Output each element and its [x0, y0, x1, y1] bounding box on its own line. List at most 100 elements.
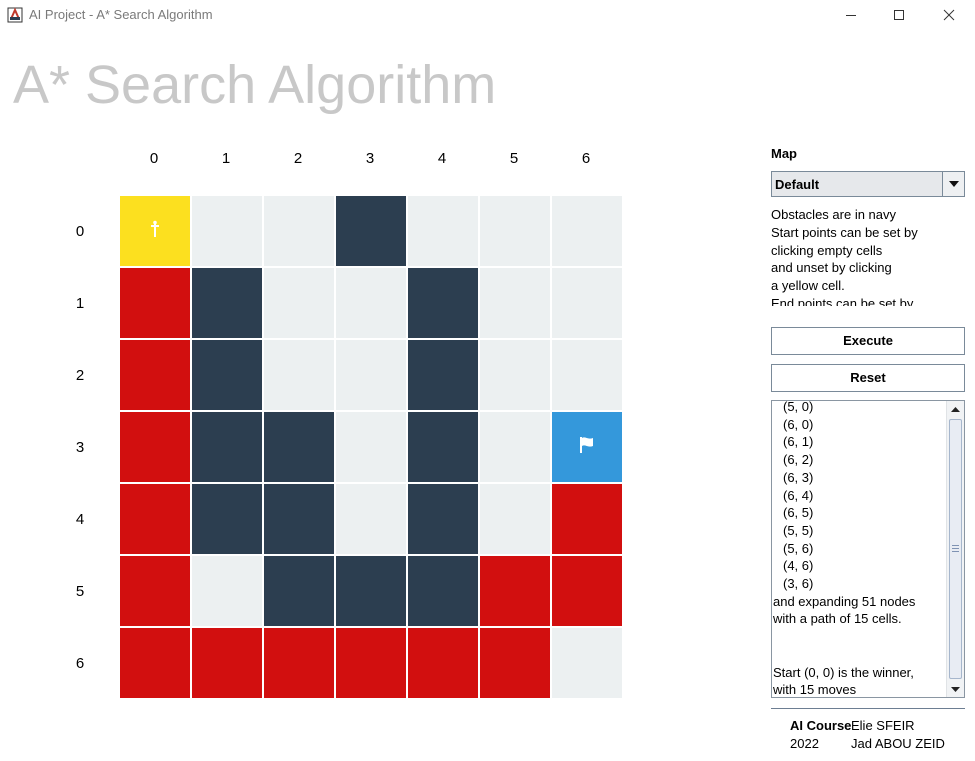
col-label: 3	[365, 150, 375, 167]
title-bar: AI Project - A* Search Algorithm	[0, 0, 975, 30]
obstacle-cell[interactable]	[408, 340, 478, 410]
col-label: 0	[149, 150, 159, 167]
row-label: 5	[75, 583, 85, 600]
output-line: (5, 6)	[783, 540, 814, 556]
output-line: with a path of 15 cells.	[773, 611, 902, 627]
output-scrollbar[interactable]	[946, 401, 964, 697]
obstacle-cell[interactable]	[192, 484, 262, 554]
empty-cell[interactable]	[480, 484, 550, 554]
path-cell[interactable]	[552, 484, 622, 554]
instruction-line: and unset by clicking	[771, 260, 892, 276]
close-icon	[943, 9, 955, 21]
map-label: Map	[771, 146, 797, 161]
path-cell[interactable]	[264, 628, 334, 698]
maximize-icon	[894, 10, 904, 20]
map-select[interactable]: Default	[771, 171, 965, 197]
obstacle-cell[interactable]	[408, 412, 478, 482]
empty-cell[interactable]	[264, 268, 334, 338]
empty-cell[interactable]	[336, 412, 406, 482]
obstacle-cell[interactable]	[336, 196, 406, 266]
path-cell[interactable]	[120, 412, 190, 482]
search-grid	[119, 195, 623, 699]
empty-cell[interactable]	[336, 340, 406, 410]
path-cell[interactable]	[336, 628, 406, 698]
output-line: (5, 5)	[783, 522, 814, 538]
output-log[interactable]: (5, 0) (6, 0) (6, 1) (6, 2) (6, 3) (6, 4…	[771, 400, 965, 698]
output-spacer	[773, 646, 945, 664]
output-line: Start (0, 0) is the winner,	[773, 664, 914, 680]
col-label: 6	[581, 150, 591, 167]
empty-cell[interactable]	[480, 340, 550, 410]
empty-cell[interactable]	[336, 484, 406, 554]
empty-cell[interactable]	[480, 196, 550, 266]
obstacle-cell[interactable]	[408, 484, 478, 554]
path-cell[interactable]	[120, 268, 190, 338]
empty-cell[interactable]	[192, 196, 262, 266]
minimize-button[interactable]	[828, 0, 874, 30]
scroll-up-arrow-icon[interactable]	[947, 401, 964, 417]
obstacle-cell[interactable]	[264, 484, 334, 554]
instructions-text: Obstacles are in navy Start points can b…	[771, 206, 965, 306]
output-line: (6, 1)	[783, 434, 814, 450]
footer-divider	[771, 708, 965, 709]
execute-button[interactable]: Execute	[771, 327, 965, 355]
empty-cell[interactable]	[480, 412, 550, 482]
empty-cell[interactable]	[552, 268, 622, 338]
path-cell[interactable]	[192, 628, 262, 698]
window-title: AI Project - A* Search Algorithm	[29, 7, 213, 22]
obstacle-cell[interactable]	[264, 556, 334, 626]
obstacle-cell[interactable]	[192, 340, 262, 410]
chevron-down-icon[interactable]	[942, 172, 964, 196]
path-cell[interactable]	[552, 556, 622, 626]
year-label: 2022	[790, 736, 819, 751]
obstacle-cell[interactable]	[192, 268, 262, 338]
close-button[interactable]	[926, 0, 972, 30]
author-name: Jad ABOU ZEID	[851, 736, 945, 751]
empty-cell[interactable]	[552, 628, 622, 698]
empty-cell[interactable]	[264, 340, 334, 410]
col-label: 2	[293, 150, 303, 167]
output-line: (6, 0)	[783, 416, 814, 432]
minimize-icon	[846, 15, 856, 16]
path-cell[interactable]	[120, 484, 190, 554]
path-cell[interactable]	[120, 556, 190, 626]
output-line: (3, 6)	[783, 576, 814, 592]
end-cell[interactable]	[552, 412, 622, 482]
obstacle-cell[interactable]	[192, 412, 262, 482]
empty-cell[interactable]	[552, 196, 622, 266]
maximize-button[interactable]	[876, 0, 922, 30]
java-app-icon	[7, 7, 23, 23]
path-cell[interactable]	[120, 628, 190, 698]
start-cell[interactable]	[120, 196, 190, 266]
empty-cell[interactable]	[264, 196, 334, 266]
path-cell[interactable]	[120, 340, 190, 410]
empty-cell[interactable]	[480, 268, 550, 338]
output-line: (6, 3)	[783, 469, 814, 485]
flag-icon	[579, 436, 595, 459]
scroll-down-arrow-icon[interactable]	[947, 681, 964, 697]
col-label: 5	[509, 150, 519, 167]
path-cell[interactable]	[480, 556, 550, 626]
map-select-value: Default	[775, 177, 820, 192]
obstacle-cell[interactable]	[408, 556, 478, 626]
path-cell[interactable]	[480, 628, 550, 698]
obstacle-cell[interactable]	[336, 556, 406, 626]
empty-cell[interactable]	[408, 196, 478, 266]
scrollbar-thumb[interactable]	[949, 419, 962, 679]
course-label: AI Course	[790, 718, 852, 733]
empty-cell[interactable]	[552, 340, 622, 410]
reset-button[interactable]: Reset	[771, 364, 965, 392]
instruction-line: a yellow cell.	[771, 278, 845, 294]
start-marker-icon	[150, 220, 160, 243]
empty-cell[interactable]	[336, 268, 406, 338]
row-label: 3	[75, 439, 85, 456]
row-label: 1	[75, 295, 85, 312]
output-spacer	[773, 628, 945, 646]
output-line: and expanding 51 nodes	[773, 593, 916, 609]
empty-cell[interactable]	[192, 556, 262, 626]
instruction-line: clicking empty cells	[771, 242, 883, 258]
path-cell[interactable]	[408, 628, 478, 698]
page-title: A* Search Algorithm	[13, 55, 497, 115]
obstacle-cell[interactable]	[408, 268, 478, 338]
obstacle-cell[interactable]	[264, 412, 334, 482]
